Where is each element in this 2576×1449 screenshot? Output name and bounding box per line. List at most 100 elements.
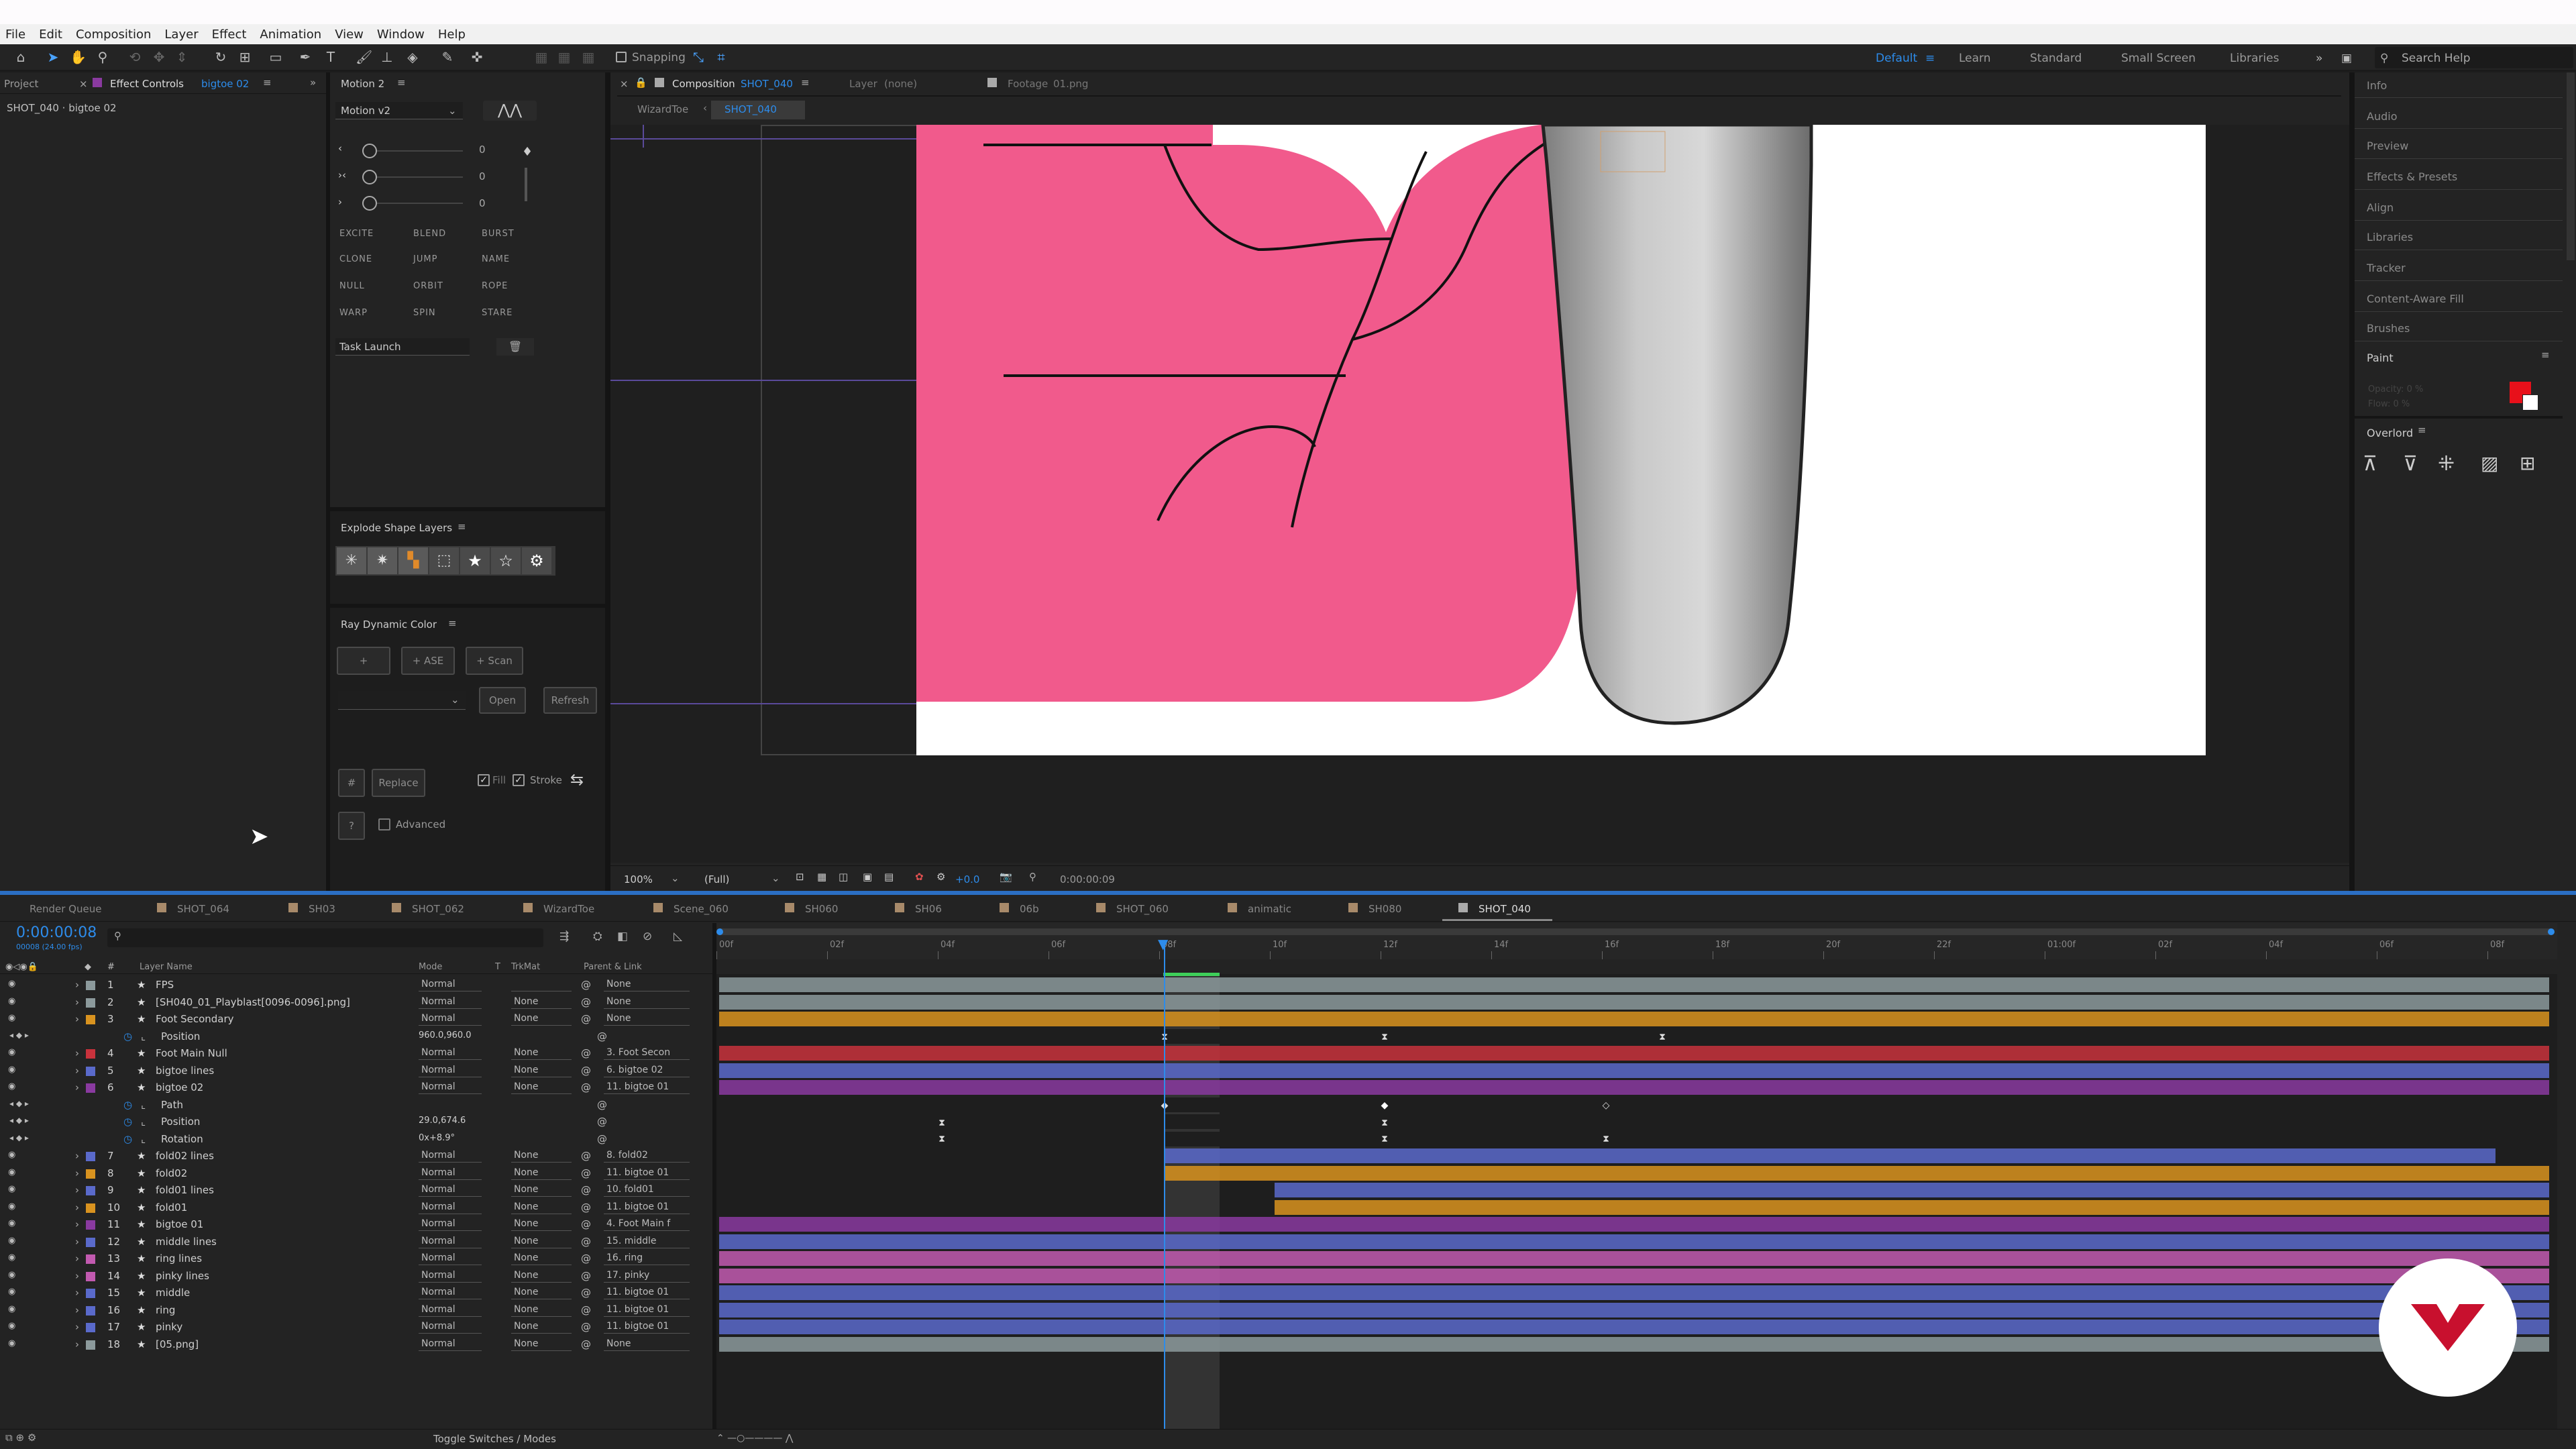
star-filled-icon[interactable]: ★ <box>460 547 490 574</box>
layer-row[interactable]: ◉ › 15 ★ middle Normal None @ 11. bigtoe… <box>0 1285 714 1301</box>
label-color-swatch[interactable] <box>86 1340 95 1350</box>
pickwhip-icon[interactable]: @ <box>581 1270 591 1282</box>
spin-button[interactable]: SPIN <box>413 309 436 317</box>
layer-name[interactable]: fold01 lines <box>156 1184 214 1196</box>
eye-icon[interactable]: ◉ <box>8 1168 19 1177</box>
label-color-swatch[interactable] <box>86 1083 95 1093</box>
show-snapshot-icon[interactable]: ⚲ <box>1029 872 1036 882</box>
workspace-libraries[interactable]: Libraries <box>2230 52 2279 65</box>
mode-dropdown[interactable]: Normal <box>419 1287 482 1299</box>
layer-row[interactable]: ◉ › 16 ★ ring Normal None @ 11. bigtoe 0… <box>0 1302 714 1319</box>
menu-layer[interactable]: Layer <box>164 28 198 42</box>
layer-duration-bar[interactable] <box>719 1302 2549 1318</box>
pickwhip-icon[interactable]: @ <box>597 1116 607 1128</box>
mode-dropdown[interactable]: Normal <box>419 1218 482 1231</box>
parent-dropdown[interactable]: 15. middle <box>604 1236 690 1248</box>
pickwhip-icon[interactable]: @ <box>581 1047 591 1059</box>
slider-track[interactable] <box>377 150 463 152</box>
menu-window[interactable]: Window <box>377 28 425 42</box>
trkmat-dropdown[interactable]: None <box>511 996 572 1009</box>
keyframe-diamond-icon[interactable]: ◇ <box>1602 1101 1610 1110</box>
tab-effect-layer-name[interactable]: bigtoe 02 <box>201 79 249 89</box>
pickwhip-icon[interactable]: @ <box>581 1252 591 1265</box>
keyframe-nav-icon[interactable]: ◂ ◆ ▸ <box>9 1116 29 1125</box>
more-workspaces-icon[interactable]: » <box>2316 52 2322 65</box>
explode-selected-icon[interactable]: ▚ <box>398 547 428 574</box>
parent-dropdown[interactable]: 3. Foot Secon <box>604 1047 690 1060</box>
eye-icon[interactable]: ◉ <box>8 1236 19 1245</box>
twirl-icon[interactable]: › <box>75 979 79 991</box>
timeline-tab[interactable]: SH080 <box>1368 904 1401 914</box>
twirl-icon[interactable]: › <box>75 1321 79 1333</box>
trkmat-dropdown[interactable]: None <box>511 1321 572 1334</box>
trkmat-dropdown[interactable]: None <box>511 1218 572 1231</box>
menu-view[interactable]: View <box>335 28 364 42</box>
home-icon[interactable]: ⌂ <box>13 50 28 64</box>
overlord-add-icon[interactable]: ⊞ <box>2520 452 2535 474</box>
layer-tab-label[interactable]: Layer <box>849 79 877 89</box>
slider-handle[interactable] <box>362 144 377 158</box>
trkmat-dropdown[interactable]: None <box>511 1150 572 1163</box>
trkmat-dropdown[interactable] <box>511 979 572 991</box>
stroke-checkbox[interactable]: ✓ <box>513 774 525 786</box>
overlord-grid-icon[interactable]: ⁜ <box>2438 452 2455 476</box>
label-color-swatch[interactable] <box>86 981 95 990</box>
panel-libraries[interactable]: Libraries <box>2367 231 2413 244</box>
zoom-tool-icon[interactable]: ⚲ <box>95 50 110 64</box>
mode-dropdown[interactable]: Normal <box>419 979 482 991</box>
panel-tracker[interactable]: Tracker <box>2367 262 2406 274</box>
breadcrumb-parent[interactable]: WizardToe <box>637 105 688 115</box>
merge-icon[interactable]: ✷ <box>368 547 397 574</box>
menu-effect[interactable]: Effect <box>212 28 247 42</box>
mode-dropdown[interactable]: Normal <box>419 996 482 1009</box>
layer-duration-bar[interactable] <box>719 1012 2549 1026</box>
clone-button[interactable]: CLONE <box>339 255 372 264</box>
pickwhip-icon[interactable]: @ <box>581 1338 591 1350</box>
label-color-swatch[interactable] <box>86 1152 95 1161</box>
playhead-handle-icon[interactable]: ▼ <box>1158 937 1171 951</box>
ray-panel-menu-icon[interactable]: ≡ <box>448 619 457 629</box>
label-color-swatch[interactable] <box>86 1169 95 1179</box>
trkmat-dropdown[interactable]: None <box>511 1304 572 1317</box>
layer-row[interactable]: ◉ › 18 ★ [05.png] Normal None @ None <box>0 1336 714 1353</box>
layer-duration-bar[interactable] <box>719 1080 2549 1095</box>
palette-dropdown[interactable] <box>338 691 466 710</box>
layer-name[interactable]: middle lines <box>156 1236 217 1248</box>
timeline-tab[interactable]: SHOT_060 <box>1116 904 1169 914</box>
rotate-tool-icon[interactable]: ↻ <box>213 50 228 64</box>
blend-button[interactable]: BLEND <box>413 229 446 238</box>
world-axis-icon[interactable]: ▦ <box>557 50 572 64</box>
parent-dropdown[interactable]: 11. bigtoe 01 <box>604 1081 690 1094</box>
layer-row[interactable]: ◉ › 10 ★ fold01 Normal None @ 11. bigtoe… <box>0 1199 714 1216</box>
star-outline-icon[interactable]: ☆ <box>491 547 521 574</box>
timeline-tab[interactable]: SH06 <box>915 904 942 914</box>
breadcrumb-current[interactable]: SHOT_040 <box>724 105 777 115</box>
layer-row[interactable]: ◉ › 14 ★ pinky lines Normal None @ 17. p… <box>0 1268 714 1285</box>
property-track[interactable] <box>716 1131 2557 1146</box>
resolution-dropdown[interactable]: (Full) <box>704 875 729 885</box>
frame-blend-icon[interactable]: ⊘ <box>643 931 652 943</box>
mode-dropdown[interactable]: Normal <box>419 1252 482 1265</box>
toggle-switches-modes[interactable]: Toggle Switches / Modes <box>433 1434 556 1444</box>
layer-name[interactable]: ring lines <box>156 1252 202 1265</box>
twirl-icon[interactable]: › <box>75 1236 79 1248</box>
panel-align[interactable]: Align <box>2367 201 2394 214</box>
parent-dropdown[interactable]: 17. pinky <box>604 1270 690 1283</box>
panel-info[interactable]: Info <box>2367 79 2387 92</box>
property-value[interactable]: 29.0,674.6 <box>419 1116 466 1126</box>
composition-menu-icon[interactable]: ≡ <box>801 78 810 88</box>
layer-name[interactable]: [05.png] <box>156 1338 199 1350</box>
paint-menu-icon[interactable]: ≡ <box>2541 350 2550 360</box>
parent-dropdown[interactable]: None <box>604 1013 690 1026</box>
playhead-line[interactable] <box>1164 941 1165 1430</box>
menu-edit[interactable]: Edit <box>39 28 62 42</box>
layer-name[interactable]: pinky lines <box>156 1270 209 1282</box>
parent-dropdown[interactable]: 11. bigtoe 01 <box>604 1167 690 1180</box>
eye-icon[interactable]: ◉ <box>8 1305 19 1313</box>
layer-name[interactable]: pinky <box>156 1321 182 1333</box>
name-button[interactable]: NAME <box>482 255 510 264</box>
parent-dropdown[interactable]: None <box>604 1338 690 1351</box>
workspace-small-screen[interactable]: Small Screen <box>2121 52 2196 65</box>
overlord-menu-icon[interactable]: ≡ <box>2418 425 2426 435</box>
composition-tab-label[interactable]: Composition <box>672 79 735 89</box>
